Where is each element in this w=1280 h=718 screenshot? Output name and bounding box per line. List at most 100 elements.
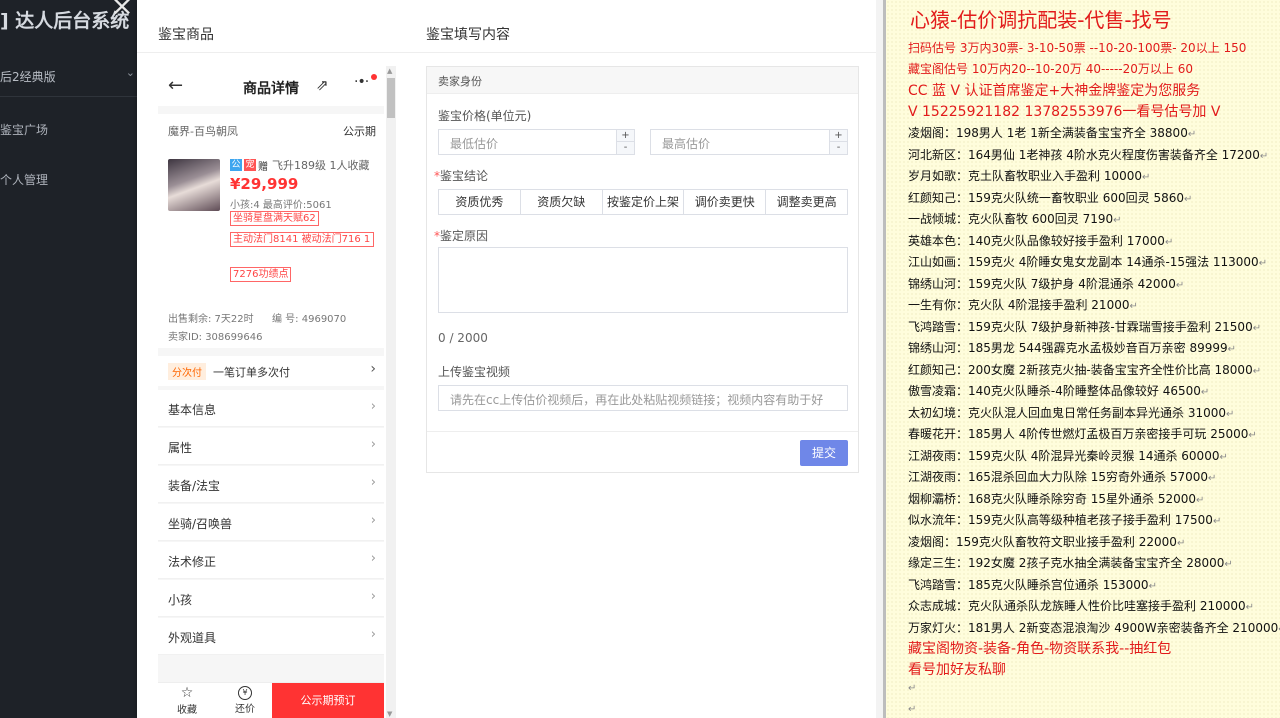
- notes-entry: 红颜知己：159克火队统一畜牧职业 600回灵 5860↵: [908, 191, 1193, 205]
- share-icon[interactable]: ⇗: [316, 76, 329, 94]
- entry-text: 克土队畜牧职业入手盈利 10000: [968, 169, 1143, 183]
- entry-text: 200女魔 2新孩克火抽-装备宝宝齐全性价比高 18000: [968, 363, 1253, 377]
- feature-tag: 7276功绩点: [230, 267, 292, 282]
- seller-id: 卖家ID: 308699646: [168, 332, 263, 343]
- reason-label-text: 鉴定原因: [440, 229, 489, 243]
- entry-name: 一战倾城: [908, 212, 957, 226]
- product-preview: ← 商品详情 ⇗ ·•· 魔界-百鸟朝凤 公示期 公宠赠飞升189级 1人收藏 …: [158, 66, 384, 718]
- notes-footer-line: 藏宝阁物资-装备-角色-物资联系我--抽红包: [908, 641, 1172, 657]
- notes-entry: 河北新区：164男仙 1老神孩 4阶水克火程度伤害装备齐全 17200↵: [908, 148, 1269, 162]
- return-mark: ↵: [1226, 409, 1235, 420]
- option-sell-faster[interactable]: 调价卖更快: [684, 190, 767, 214]
- yen-icon: ¥: [238, 686, 252, 700]
- favorite-button[interactable]: ☆ 收藏: [172, 686, 202, 717]
- notes-entry: 飞鸿踏雪：159克火队 7级护身新神孩-甘霖瑞雪接手盈利 21500↵: [908, 320, 1262, 334]
- submit-button[interactable]: 提交: [800, 440, 848, 466]
- tag-row: 公宠赠飞升189级 1人收藏: [230, 157, 370, 173]
- plus-icon[interactable]: +: [617, 130, 634, 142]
- menu-item-equipment[interactable]: 装备/法宝 ›: [158, 466, 384, 503]
- entry-text: 克火队 4阶混接手盈利 21000: [968, 298, 1130, 312]
- scroll-down-icon[interactable]: ▼: [387, 710, 392, 718]
- public-tag-icon: 公: [230, 159, 242, 171]
- entry-name: 红颜知己: [908, 191, 957, 205]
- version-select[interactable]: 后2经典版 ⌄: [0, 60, 137, 90]
- minus-icon[interactable]: -: [617, 142, 634, 154]
- entry-name: 凌烟阁: [908, 126, 945, 140]
- notes-entry: 烟柳灞桥：168克火队睡杀除穷奇 15星外通杀 52000↵: [908, 492, 1205, 506]
- sidebar-item-personal[interactable]: 个人管理: [0, 171, 48, 188]
- reason-textarea[interactable]: [438, 247, 848, 313]
- max-price-stepper[interactable]: + -: [829, 130, 847, 154]
- item-code: 编 号: 4969070: [272, 314, 347, 325]
- menu-label: 坐骑/召唤兽: [168, 517, 233, 531]
- notes-entry: 英雄本色：140克火队品像较好接手盈利 17000↵: [908, 234, 1174, 248]
- entry-text: 181男人 2新变态混浪淘沙 4900W亲密装备齐全 210000: [968, 621, 1279, 635]
- video-link-input[interactable]: 请先在cc上传估价视频后，再在此处粘贴视频链接；视频内容有助于好: [438, 385, 848, 411]
- menu-item-appearance[interactable]: 外观道具 ›: [158, 618, 384, 655]
- plus-icon[interactable]: +: [830, 130, 847, 142]
- option-excellent[interactable]: 资质优秀: [439, 190, 521, 214]
- installment-row[interactable]: 分次付 一笔订单多次付 ›: [158, 356, 384, 386]
- entry-text: 159克火队高等级种植老孩子接手盈利 17500: [968, 513, 1213, 527]
- bottom-bar: ☆ 收藏 ¥ 还价 公示期预订: [158, 682, 384, 718]
- notes-footer-line: 看号加好友私聊: [908, 662, 1006, 678]
- notes-red-line: V 15225921182 13782553976一看号估号加 V: [908, 104, 1221, 120]
- entry-text: 185男人 4阶传世燃灯孟极百万亲密接手可玩 25000: [968, 427, 1249, 441]
- bargain-button[interactable]: ¥ 还价: [230, 686, 260, 715]
- chevron-right-icon: ›: [370, 551, 376, 566]
- entry-name: 太初幻境: [908, 406, 957, 420]
- menu-label: 属性: [168, 441, 193, 455]
- max-price-placeholder: 最高估价: [662, 137, 711, 151]
- entry-text: 140克火队品像较好接手盈利 17000: [968, 234, 1165, 248]
- notes-entry: 红颜知己：200女魔 2新孩克火抽-装备宝宝齐全性价比高 18000↵: [908, 363, 1262, 377]
- entry-name: 凌烟阁: [908, 535, 945, 549]
- entry-name: 红颜知己: [908, 363, 957, 377]
- price: ¥29,999: [230, 175, 299, 193]
- entry-name: 江山如画: [908, 255, 957, 269]
- entry-name: 河北新区: [908, 148, 957, 162]
- option-sell-higher[interactable]: 调整卖更高: [766, 190, 847, 214]
- chevron-right-icon: ›: [370, 475, 376, 490]
- preorder-button[interactable]: 公示期预订: [272, 683, 384, 718]
- entry-text: 185克火队睡杀宫位通杀 153000: [968, 578, 1149, 592]
- minus-icon[interactable]: -: [830, 142, 847, 154]
- menu-item-kids[interactable]: 小孩 ›: [158, 580, 384, 617]
- return-mark: ↵: [1252, 323, 1262, 334]
- entry-text: 164男仙 1老神孩 4阶水克火程度伤害装备齐全 17200: [968, 148, 1260, 162]
- menu-item-basic[interactable]: 基本信息 ›: [158, 390, 384, 427]
- sidebar-item-plaza[interactable]: 鉴宝广场: [0, 121, 48, 138]
- option-lacking[interactable]: 资质欠缺: [521, 190, 603, 214]
- return-mark: ↵: [1259, 151, 1269, 162]
- notes-entry: 缘定三生：192女魔 2孩子克水抽全满装备宝宝齐全 28000↵: [908, 556, 1233, 570]
- form-section-title: 鉴宝填写内容: [426, 27, 510, 43]
- more-icon[interactable]: ·•·: [354, 74, 369, 90]
- notes-entry: 太初幻境：克火队混人回血鬼日常任务副本异光通杀 31000↵: [908, 406, 1235, 420]
- menu-label: 基本信息: [168, 403, 217, 417]
- public-label: 公示期: [343, 125, 376, 138]
- entry-text: 165混杀回血大力队除 15穷奇外通杀 57000: [968, 470, 1209, 484]
- return-mark: ↵: [1175, 280, 1185, 291]
- menu-item-attributes[interactable]: 属性 ›: [158, 428, 384, 465]
- entry-name: 锦绣山河: [908, 341, 957, 355]
- entry-text: 克火队通杀队龙族睡人性价比哇塞接手盈利 210000: [968, 599, 1246, 613]
- menu-item-spell[interactable]: 法术修正 ›: [158, 542, 384, 579]
- sidebar-divider: [0, 96, 137, 97]
- menu-item-mounts[interactable]: 坐骑/召唤兽 ›: [158, 504, 384, 541]
- scroll-thumb[interactable]: [387, 78, 395, 118]
- max-price-input[interactable]: 最高估价 + -: [650, 129, 848, 155]
- min-price-stepper[interactable]: + -: [616, 130, 634, 154]
- char-counter: 0 / 2000: [438, 331, 488, 345]
- option-list-at-price[interactable]: 按鉴定价上架: [603, 190, 685, 214]
- notes-entry: 江湖夜雨：165混杀回血大力队除 15穷奇外通杀 57000↵: [908, 470, 1217, 484]
- close-icon[interactable]: ×: [107, 0, 137, 22]
- entry-text: 168克火队睡杀除穷奇 15星外通杀 52000: [968, 492, 1197, 506]
- entry-text: 192女魔 2孩子克水抽全满装备宝宝齐全 28000: [968, 556, 1225, 570]
- video-label: 上传鉴宝视频: [438, 365, 511, 379]
- scroll-up-icon[interactable]: ▲: [387, 67, 392, 75]
- min-price-input[interactable]: 最低估价 + -: [438, 129, 635, 155]
- character-avatar[interactable]: [168, 159, 220, 211]
- preview-scrollbar[interactable]: ▲ ▼: [386, 66, 396, 718]
- notes-red-line: 藏宝阁估号 10万内20--10-20万 40-----20万以上 60: [908, 62, 1193, 76]
- notes-entry: 江湖夜雨：159克火队 4阶混异光秦岭灵猴 14通杀 60000↵: [908, 449, 1228, 463]
- modal-scrollbar[interactable]: [876, 0, 883, 718]
